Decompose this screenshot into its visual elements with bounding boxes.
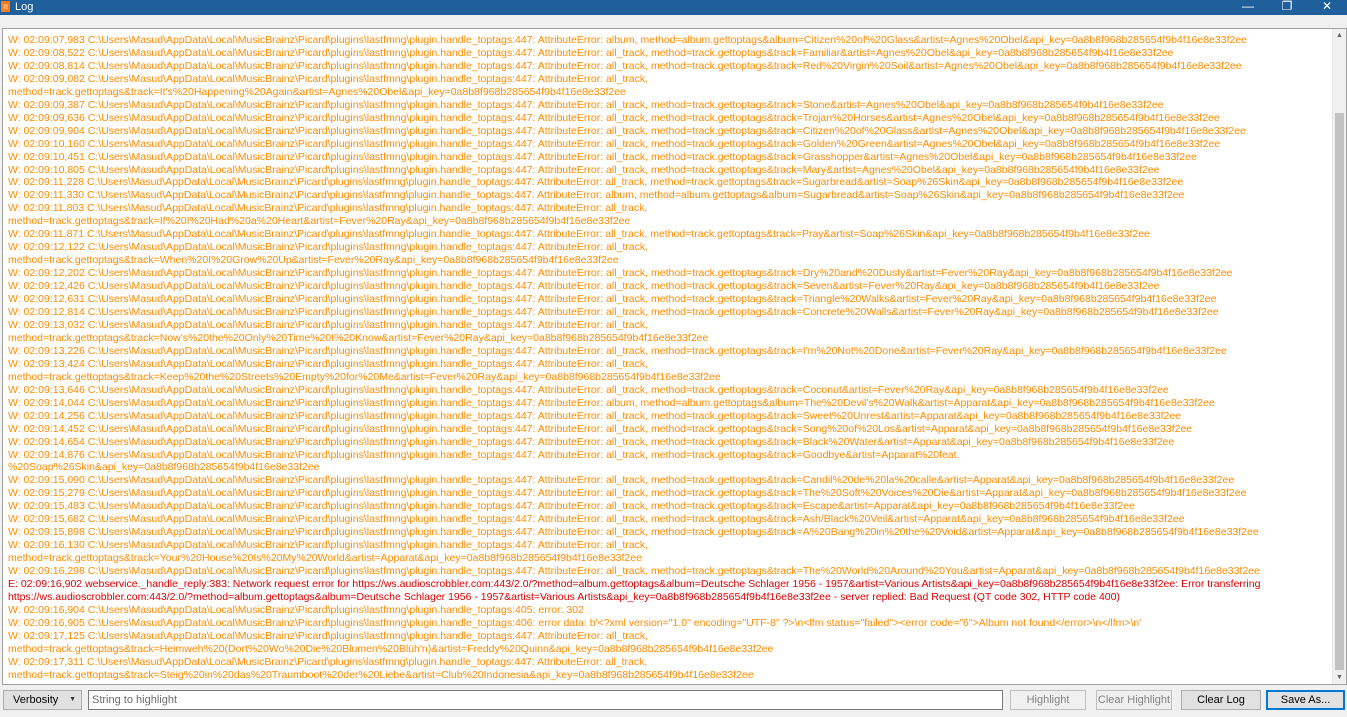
- log-line: W: 02:09:10,160 C:\Users\Masud\AppData\L…: [8, 137, 1221, 150]
- save-as-button[interactable]: Save As...: [1266, 690, 1345, 710]
- log-line: W: 02:09:15,898 C:\Users\Masud\AppData\L…: [8, 526, 1259, 539]
- log-line: W: 02:09:11,330 C:\Users\Masud\AppData\L…: [8, 189, 1185, 202]
- log-line: W: 02:09:13,646 C:\Users\Masud\AppData\L…: [8, 383, 1169, 396]
- log-line: W: 02:09:16,298 C:\Users\Masud\AppData\L…: [8, 565, 1260, 578]
- log-line: E: 02:09:16,902 webservice._handle_reply…: [8, 578, 1261, 591]
- log-line: W: 02:09:11,803 C:\Users\Masud\AppData\L…: [8, 202, 648, 215]
- maximize-button[interactable]: ❐: [1267, 0, 1307, 15]
- log-line: W: 02:09:14,452 C:\Users\Masud\AppData\L…: [8, 422, 1193, 435]
- log-line: W: 02:09:07,983 C:\Users\Masud\AppData\L…: [8, 34, 1248, 46]
- log-line: method=track.gettoptags&track=If%20I%20H…: [8, 215, 631, 228]
- log-line: W: 02:09:09,387 C:\Users\Masud\AppData\L…: [8, 98, 1164, 111]
- log-line: W: 02:09:13,424 C:\Users\Masud\AppData\L…: [8, 357, 649, 370]
- close-button[interactable]: ✕: [1307, 0, 1347, 15]
- log-line: method=track.gettoptags&track=When%20I%2…: [8, 254, 619, 267]
- scrollbar-thumb[interactable]: [1335, 113, 1344, 670]
- log-line: W: 02:09:11,228 C:\Users\Masud\AppData\L…: [8, 176, 1184, 189]
- highlight-search-input[interactable]: [88, 690, 1003, 710]
- log-line: W: 02:09:13,226 C:\Users\Masud\AppData\L…: [8, 344, 1227, 357]
- log-line: W: 02:09:15,483 C:\Users\Masud\AppData\L…: [8, 500, 1135, 513]
- log-line: W: 02:09:09,904 C:\Users\Masud\AppData\L…: [8, 124, 1246, 137]
- log-line: W: 02:09:12,202 C:\Users\Masud\AppData\L…: [8, 267, 1233, 280]
- verbosity-label: Verbosity: [13, 694, 59, 706]
- log-view[interactable]: W: 02:09:07,983 C:\Users\Masud\AppData\L…: [2, 28, 1347, 685]
- title-bar: Log — ❐ ✕: [0, 0, 1347, 15]
- log-line: W: 02:09:14,044 C:\Users\Masud\AppData\L…: [8, 396, 1215, 409]
- log-line: W: 02:09:08,522 C:\Users\Masud\AppData\L…: [8, 46, 1174, 59]
- verbosity-dropdown[interactable]: Verbosity ▼: [3, 690, 82, 710]
- log-line: W: 02:09:09,636 C:\Users\Masud\AppData\L…: [8, 111, 1220, 124]
- log-line: %20Soap%26Skin&api_key=0a8b8f968b285654f…: [8, 461, 320, 474]
- scroll-up-arrow-icon[interactable]: ▲: [1333, 29, 1346, 42]
- picard-app-icon: [1, 1, 10, 12]
- scroll-down-arrow-icon[interactable]: ▼: [1333, 671, 1346, 684]
- log-line: W: 02:09:17,311 C:\Users\Masud\AppData\L…: [8, 655, 648, 668]
- log-line: W: 02:09:16,905 C:\Users\Masud\AppData\L…: [8, 616, 1142, 629]
- log-text-area[interactable]: W: 02:09:07,983 C:\Users\Masud\AppData\L…: [3, 29, 1332, 684]
- log-line: W: 02:09:14,876 C:\Users\Masud\AppData\L…: [8, 448, 960, 461]
- log-line: W: 02:09:10,451 C:\Users\Masud\AppData\L…: [8, 150, 1197, 163]
- log-line: W: 02:09:16,904 C:\Users\Masud\AppData\L…: [8, 603, 584, 616]
- log-line: W: 02:09:14,256 C:\Users\Masud\AppData\L…: [8, 409, 1182, 422]
- log-line: W: 02:09:08,814 C:\Users\Masud\AppData\L…: [8, 59, 1242, 72]
- log-line: W: 02:09:13,032 C:\Users\Masud\AppData\L…: [8, 318, 649, 331]
- clear-highlight-button[interactable]: Clear Highlight: [1096, 690, 1172, 710]
- log-line: W: 02:09:12,814 C:\Users\Masud\AppData\L…: [8, 306, 1219, 319]
- log-line: method=track.gettoptags&track=Heimweh%20…: [8, 642, 774, 655]
- log-line: method=track.gettoptags&track=Steig%20in…: [8, 668, 754, 681]
- log-line: W: 02:09:14,654 C:\Users\Masud\AppData\L…: [8, 435, 1175, 448]
- log-line: method=track.gettoptags&track=Your%20Hou…: [8, 552, 642, 565]
- log-line: W: 02:09:11,871 C:\Users\Masud\AppData\L…: [8, 228, 1150, 241]
- log-line: W: 02:09:15,279 C:\Users\Masud\AppData\L…: [8, 487, 1247, 500]
- minimize-button[interactable]: —: [1228, 0, 1268, 15]
- log-line: W: 02:09:12,122 C:\Users\Masud\AppData\L…: [8, 241, 649, 254]
- vertical-scrollbar[interactable]: ▲ ▼: [1332, 29, 1346, 684]
- log-line: method=track.gettoptags&track=Keep%20the…: [8, 370, 721, 383]
- log-line: W: 02:09:16,130 C:\Users\Masud\AppData\L…: [8, 539, 649, 552]
- log-line: method=track.gettoptags&track=Now's%20th…: [8, 331, 709, 344]
- window-title: Log: [15, 1, 34, 13]
- dropdown-arrow-icon: ▼: [69, 696, 76, 703]
- log-line: method=track.gettoptags&track=It's%20Hap…: [8, 85, 626, 98]
- log-line: W: 02:09:12,426 C:\Users\Masud\AppData\L…: [8, 280, 1160, 293]
- clear-log-button[interactable]: Clear Log: [1181, 690, 1261, 710]
- log-line: W: 02:09:15,682 C:\Users\Masud\AppData\L…: [8, 513, 1185, 526]
- log-line: W: 02:09:15,090 C:\Users\Masud\AppData\L…: [8, 474, 1235, 487]
- log-line: W: 02:09:10,805 C:\Users\Masud\AppData\L…: [8, 163, 1160, 176]
- log-line: W: 02:09:12,631 C:\Users\Masud\AppData\L…: [8, 293, 1217, 306]
- log-line: W: 02:09:17,125 C:\Users\Masud\AppData\L…: [8, 629, 649, 642]
- log-toolbar: Verbosity ▼ Highlight Clear Highlight Cl…: [0, 688, 1347, 717]
- highlight-button[interactable]: Highlight: [1010, 690, 1086, 710]
- log-line: W: 02:09:09,082 C:\Users\Masud\AppData\L…: [8, 72, 649, 85]
- log-line: https://ws.audioscrobbler.com:443/2.0/?m…: [8, 590, 1120, 603]
